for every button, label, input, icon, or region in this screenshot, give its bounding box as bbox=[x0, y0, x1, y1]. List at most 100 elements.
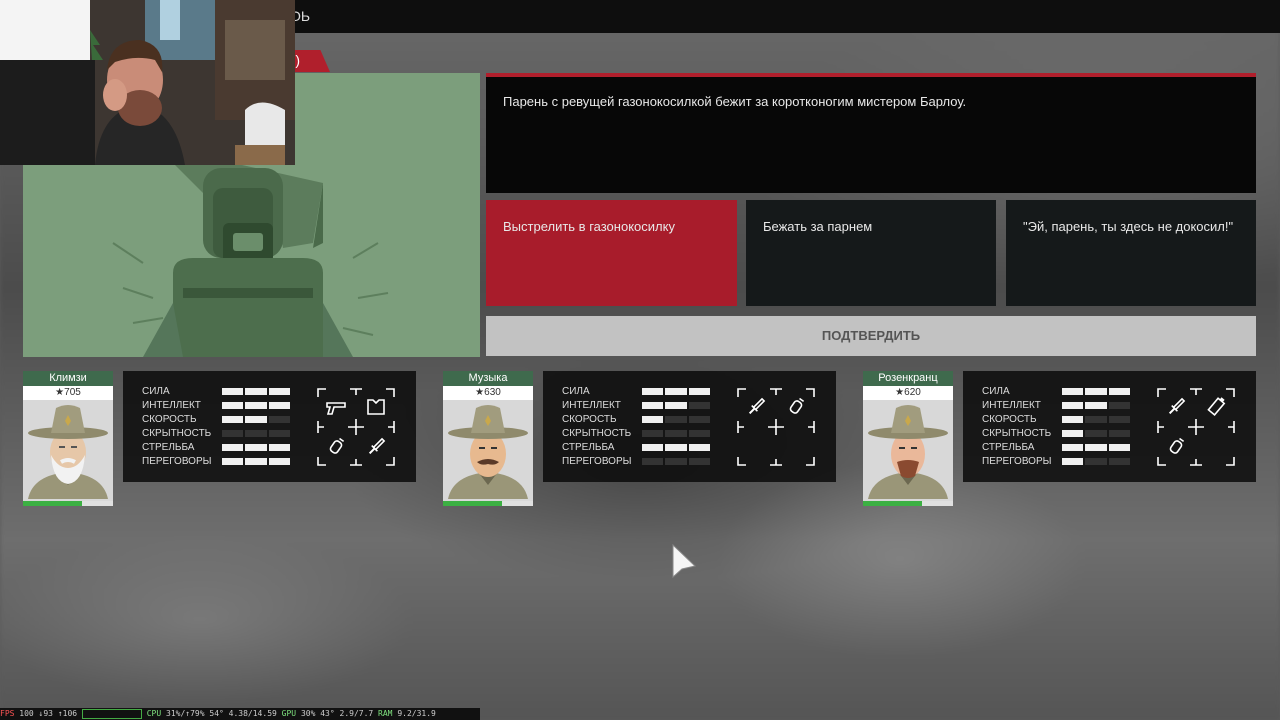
stat-segment bbox=[1062, 430, 1084, 437]
stat-bar bbox=[222, 416, 290, 423]
stat-label: СКРЫТНОСТЬ bbox=[982, 428, 1052, 439]
ranger-portrait bbox=[23, 400, 113, 499]
confirm-button[interactable]: ПОДТВЕРДИТЬ bbox=[486, 316, 1256, 356]
stat-label: СТРЕЛЬБА bbox=[142, 442, 195, 453]
fps-label: FPS bbox=[0, 709, 15, 718]
webcam-overlay bbox=[0, 0, 295, 165]
stat-segment bbox=[1062, 444, 1084, 451]
stat-segment bbox=[665, 430, 687, 437]
ranger-xp-value: 705 bbox=[64, 387, 81, 398]
stat-segment bbox=[222, 444, 244, 451]
ranger-card[interactable]: Музыка ★630 bbox=[443, 371, 533, 506]
stat-bar bbox=[222, 444, 290, 451]
stat-segment bbox=[245, 402, 267, 409]
stat-segment bbox=[642, 458, 664, 465]
stat-label: ИНТЕЛЛЕКТ bbox=[142, 400, 201, 411]
knife-icon[interactable] bbox=[1164, 395, 1188, 419]
stat-label: ПЕРЕГОВОРЫ bbox=[562, 456, 632, 467]
stat-label: ИНТЕЛЛЕКТ bbox=[562, 400, 621, 411]
narration-text: Парень с ревущей газонокосилкой бежит за… bbox=[503, 94, 967, 109]
stat-segment bbox=[245, 444, 267, 451]
stat-segment bbox=[245, 430, 267, 437]
fps-value: 100 ↓93 ↑106 bbox=[19, 709, 78, 718]
ranger-xp-value: 630 bbox=[484, 387, 501, 398]
equipment-slots[interactable] bbox=[316, 387, 396, 467]
choice-label: Выстрелить в газонокосилку bbox=[503, 219, 675, 234]
health-bar bbox=[23, 501, 113, 506]
ranger-card[interactable]: Климзи ★705 bbox=[23, 371, 113, 506]
stat-segment bbox=[1108, 402, 1130, 409]
choice-run-after-guy[interactable]: Бежать за парнем bbox=[746, 200, 996, 306]
ranger-portrait bbox=[863, 400, 953, 499]
stat-bar bbox=[642, 402, 710, 409]
star-icon: ★ bbox=[475, 387, 485, 398]
stat-segment bbox=[688, 458, 710, 465]
stat-segment bbox=[245, 416, 267, 423]
canister-icon[interactable] bbox=[1204, 395, 1228, 419]
ranger-xp: ★705 bbox=[23, 386, 113, 400]
stat-bar bbox=[1062, 458, 1130, 465]
stat-bar bbox=[1062, 430, 1130, 437]
stat-segment bbox=[1108, 444, 1130, 451]
armor-icon[interactable] bbox=[364, 395, 388, 419]
stat-bar bbox=[1062, 444, 1130, 451]
health-bar bbox=[863, 501, 953, 506]
stat-segment bbox=[688, 444, 710, 451]
stat-segment bbox=[665, 402, 687, 409]
stat-segment bbox=[642, 416, 664, 423]
stat-label: СТРЕЛЬБА bbox=[562, 442, 615, 453]
gpu-value: 30% bbox=[300, 709, 316, 718]
ranger-name: Климзи bbox=[23, 371, 113, 386]
grenade-icon[interactable] bbox=[324, 435, 348, 459]
stat-bar bbox=[1062, 388, 1130, 395]
stat-segment bbox=[1085, 430, 1107, 437]
stat-segment bbox=[222, 402, 244, 409]
stat-label: СКОРОСТЬ bbox=[982, 414, 1037, 425]
stat-segment bbox=[642, 444, 664, 451]
ranger-xp: ★620 bbox=[863, 386, 953, 400]
stat-segment bbox=[1062, 416, 1084, 423]
stat-segment bbox=[1062, 402, 1084, 409]
stat-bar bbox=[222, 430, 290, 437]
stat-segment bbox=[222, 388, 244, 395]
performance-overlay: FPS 100 ↓93 ↑106 CPU 31%/↑79% 54° 4.38/1… bbox=[0, 708, 480, 720]
choice-shoot-lawnmower[interactable]: Выстрелить в газонокосилку bbox=[486, 200, 737, 306]
stat-bar bbox=[642, 416, 710, 423]
grenade-icon[interactable] bbox=[784, 395, 808, 419]
stat-segment bbox=[268, 444, 290, 451]
stat-segment bbox=[665, 416, 687, 423]
gpu-mem: 2.9/7.7 bbox=[339, 709, 374, 718]
knife-icon[interactable] bbox=[364, 435, 388, 459]
revolver-icon[interactable] bbox=[324, 395, 348, 419]
stat-segment bbox=[268, 416, 290, 423]
stat-label: СИЛА bbox=[982, 386, 1010, 397]
stat-segment bbox=[688, 416, 710, 423]
star-icon: ★ bbox=[895, 387, 905, 398]
cpu-label: CPU bbox=[146, 709, 162, 718]
equipment-slots[interactable] bbox=[736, 387, 816, 467]
ranger-card[interactable]: Розенкранц ★620 bbox=[863, 371, 953, 506]
ranger-portrait bbox=[443, 400, 533, 499]
stat-segment bbox=[1062, 458, 1084, 465]
ranger-xp: ★630 bbox=[443, 386, 533, 400]
equipment-slots[interactable] bbox=[1156, 387, 1236, 467]
stat-label: СТРЕЛЬБА bbox=[982, 442, 1035, 453]
health-bar bbox=[443, 501, 533, 506]
choice-taunt[interactable]: "Эй, парень, ты здесь не докосил!" bbox=[1006, 200, 1256, 306]
knife-icon[interactable] bbox=[744, 395, 768, 419]
stat-bar bbox=[642, 458, 710, 465]
grenade-icon[interactable] bbox=[1164, 435, 1188, 459]
health-fill bbox=[863, 501, 923, 506]
stat-segment bbox=[1085, 388, 1107, 395]
stat-bar bbox=[642, 388, 710, 395]
ranger-stats-panel: СИЛА ИНТЕЛЛЕКТ СКОРОСТЬ СКРЫТНОСТЬ СТРЕЛЬБА П… bbox=[543, 371, 836, 482]
stat-label: СИЛА bbox=[142, 386, 170, 397]
stat-segment bbox=[222, 430, 244, 437]
stat-segment bbox=[268, 388, 290, 395]
gpu-label: GPU bbox=[281, 709, 297, 718]
ranger-name: Розенкранц bbox=[863, 371, 953, 386]
stat-segment bbox=[642, 402, 664, 409]
gpu-temp: 43° bbox=[320, 709, 335, 718]
stat-segment bbox=[1062, 388, 1084, 395]
stat-segment bbox=[1108, 458, 1130, 465]
